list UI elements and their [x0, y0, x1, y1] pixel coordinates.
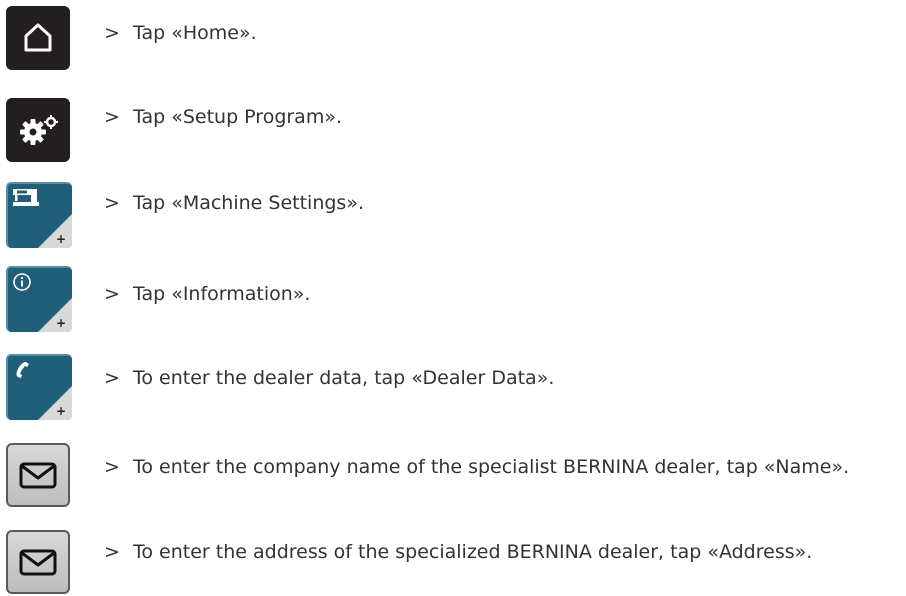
phone-icon [16, 362, 29, 378]
gear-icon [20, 115, 58, 145]
step-marker: > [104, 541, 120, 563]
address-button[interactable] [6, 530, 70, 594]
step-marker: > [104, 283, 120, 305]
sewing-machine-icon [13, 189, 39, 206]
step-text: Tap «Home». [133, 22, 257, 44]
plus-icon: + [55, 232, 66, 246]
step-marker: > [104, 22, 120, 44]
step-marker: > [104, 367, 120, 389]
home-icon [24, 23, 52, 52]
plus-icon: + [55, 316, 66, 330]
info-icon [13, 273, 31, 291]
home-button[interactable] [6, 6, 70, 70]
envelope-icon [19, 549, 57, 576]
dealer-data-button[interactable]: + [6, 354, 72, 420]
envelope-icon [19, 462, 57, 489]
step-marker: > [104, 106, 120, 128]
step-text: Tap «Information». [133, 283, 311, 305]
step-text: Tap «Machine Settings». [133, 192, 364, 214]
step-marker: > [104, 192, 120, 214]
step-text: To enter the company name of the special… [133, 456, 850, 478]
step-text: Tap «Setup Program». [133, 106, 342, 128]
name-button[interactable] [6, 443, 70, 507]
step-text: To enter the address of the specialized … [133, 541, 813, 563]
machine-settings-button[interactable]: + [6, 182, 72, 248]
setup-program-button[interactable] [6, 98, 70, 162]
plus-icon: + [55, 404, 66, 418]
information-button[interactable]: + [6, 266, 72, 332]
step-marker: > [104, 456, 120, 478]
step-text: To enter the dealer data, tap «Dealer Da… [133, 367, 555, 389]
